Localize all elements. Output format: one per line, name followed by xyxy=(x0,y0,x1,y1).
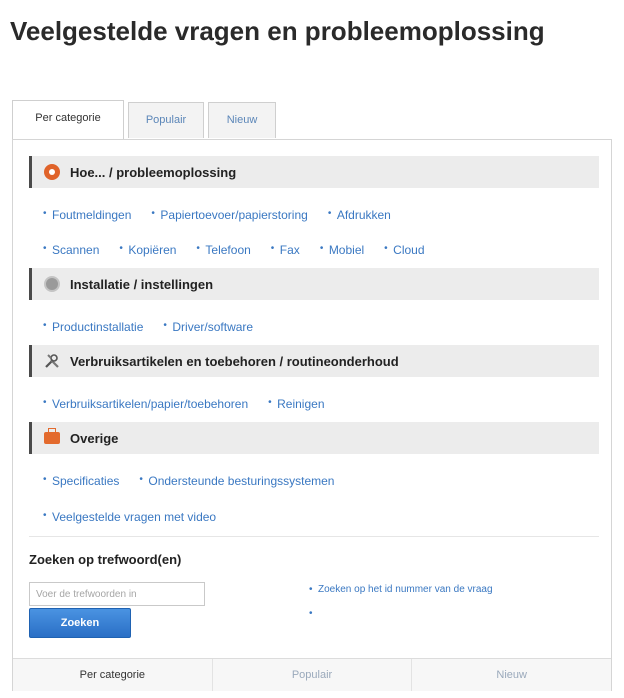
link-kopieren[interactable]: Kopiëren xyxy=(119,243,176,257)
tab-populair[interactable]: Populair xyxy=(128,102,204,138)
search-input[interactable] xyxy=(29,582,205,606)
category-title: Hoe... / probleemoplossing xyxy=(70,164,237,180)
bottom-tab-per-categorie[interactable]: Per categorie xyxy=(13,659,213,691)
link-mobiel[interactable]: Mobiel xyxy=(320,243,364,257)
aside-bullet: • xyxy=(309,608,313,619)
link-driver-software[interactable]: Driver/software xyxy=(163,320,253,334)
bottom-nav: Per categorie Populair Nieuw xyxy=(13,658,611,691)
circle-orange-icon xyxy=(44,164,60,180)
search-by-id-link[interactable]: Zoeken op het id nummer van de vraag xyxy=(309,584,493,595)
category-title: Verbruiksartikelen en toebehoren / routi… xyxy=(70,353,399,369)
category-header-consumables: Verbruiksartikelen en toebehoren / routi… xyxy=(29,345,599,377)
link-reinigen[interactable]: Reinigen xyxy=(268,397,324,411)
link-row: Verbruiksartikelen/papier/toebehoren Rei… xyxy=(43,394,345,414)
tab-strip: Per categorie Populair Nieuw xyxy=(12,100,612,141)
link-row: Veelgestelde vragen met video xyxy=(43,507,236,527)
briefcase-icon xyxy=(44,428,60,444)
search-button[interactable]: Zoeken xyxy=(29,608,131,638)
divider xyxy=(29,536,599,537)
link-foutmeldingen[interactable]: Foutmeldingen xyxy=(43,208,131,222)
search-label: Zoeken op trefwoord(en) xyxy=(29,552,182,567)
link-productinstallatie[interactable]: Productinstallatie xyxy=(43,320,143,334)
link-papiertoevoer[interactable]: Papiertoevoer/papierstoring xyxy=(151,208,307,222)
gear-icon xyxy=(44,276,60,292)
page: Veelgestelde vragen en probleemoplossing… xyxy=(0,0,624,698)
link-video-faq[interactable]: Veelgestelde vragen met video xyxy=(43,510,216,524)
link-cloud[interactable]: Cloud xyxy=(384,243,424,257)
link-besturingssystemen[interactable]: Ondersteunde besturingssystemen xyxy=(139,474,334,488)
bottom-tab-nieuw[interactable]: Nieuw xyxy=(412,659,611,691)
link-telefoon[interactable]: Telefoon xyxy=(196,243,250,257)
tab-per-categorie[interactable]: Per categorie xyxy=(12,100,124,141)
bottom-tab-populair[interactable]: Populair xyxy=(213,659,413,691)
faq-panel: Hoe... / probleemoplossing Foutmeldingen… xyxy=(12,139,612,691)
tools-icon xyxy=(45,354,59,368)
tab-nieuw[interactable]: Nieuw xyxy=(208,102,276,138)
link-row: Foutmeldingen Papiertoevoer/papierstorin… xyxy=(43,205,411,225)
link-fax[interactable]: Fax xyxy=(271,243,300,257)
link-row: Productinstallatie Driver/software xyxy=(43,317,273,337)
link-scannen[interactable]: Scannen xyxy=(43,243,99,257)
category-title: Installatie / instellingen xyxy=(70,276,214,292)
category-header-troubleshooting: Hoe... / probleemoplossing xyxy=(29,156,599,188)
link-afdrukken[interactable]: Afdrukken xyxy=(328,208,391,222)
link-verbruiksartikelen[interactable]: Verbruiksartikelen/papier/toebehoren xyxy=(43,397,248,411)
link-row: Specificaties Ondersteunde besturingssys… xyxy=(43,471,354,491)
category-title: Overige xyxy=(70,430,119,446)
category-header-other: Overige xyxy=(29,422,599,454)
link-specificaties[interactable]: Specificaties xyxy=(43,474,119,488)
link-row: Scannen Kopiëren Telefoon Fax Mobiel Clo… xyxy=(43,240,445,260)
page-title: Veelgestelde vragen en probleemoplossing xyxy=(10,16,545,46)
category-header-installation: Installatie / instellingen xyxy=(29,268,599,300)
